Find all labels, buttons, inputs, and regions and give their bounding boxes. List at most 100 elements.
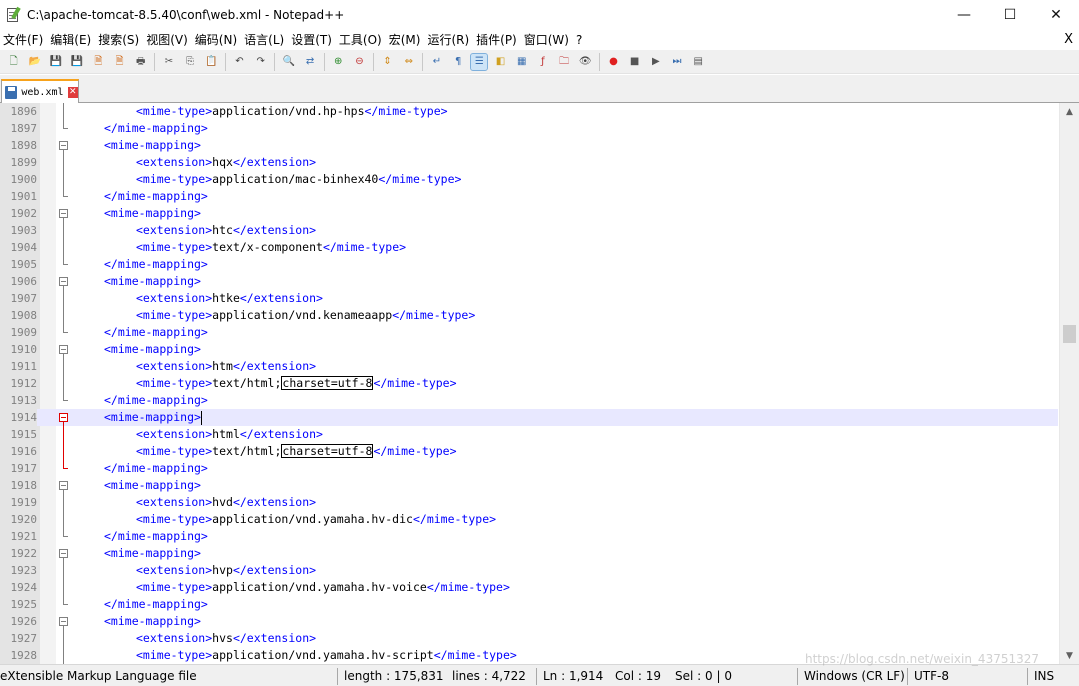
save-icon[interactable]: 💾 — [48, 54, 64, 70]
code-line[interactable]: 1927 <extension>hvs</extension> — [0, 630, 1058, 647]
menu-item[interactable]: 窗口(W) — [521, 30, 573, 50]
code-line[interactable]: 1905 </mime-mapping> — [0, 256, 1058, 273]
zoom-in-icon[interactable]: ⊕ — [330, 54, 346, 70]
code-line[interactable]: 1914 <mime-mapping> — [0, 409, 1058, 426]
sync-horizontal-icon[interactable]: ⇔ — [401, 54, 417, 70]
menu-item[interactable]: 编码(N) — [192, 30, 241, 50]
scroll-down-icon[interactable]: ▼ — [1060, 647, 1079, 664]
menu-item[interactable]: 视图(V) — [143, 30, 192, 50]
code-line[interactable]: 1896 <mime-type>application/vnd.hp-hps</m… — [0, 103, 1058, 120]
code-line[interactable]: 1900 <mime-type>application/mac-binhex40<… — [0, 171, 1058, 188]
fold-toggle-icon[interactable] — [59, 345, 68, 354]
replace-icon[interactable]: ⇄ — [302, 54, 318, 70]
fold-toggle-icon[interactable] — [59, 549, 68, 558]
maximize-button[interactable]: ☐ — [987, 0, 1033, 30]
menu-item[interactable]: ? — [573, 30, 586, 50]
code-line[interactable]: 1912 <mime-type>text/html;charset=utf-8</… — [0, 375, 1058, 392]
menu-item[interactable]: 编辑(E) — [47, 30, 95, 50]
find-icon[interactable]: 🔍 — [281, 54, 297, 70]
fold-toggle-icon[interactable] — [59, 617, 68, 626]
scroll-up-icon[interactable]: ▲ — [1060, 103, 1079, 120]
indent-guide-icon[interactable]: ☰ — [470, 52, 489, 71]
menu-item[interactable]: 文件(F) — [0, 30, 47, 50]
menu-item[interactable]: 宏(M) — [386, 30, 425, 50]
folder-workspace-icon[interactable]: 🗀 — [556, 54, 572, 70]
code-line[interactable]: 1913 </mime-mapping> — [0, 392, 1058, 409]
code-line[interactable]: 1901 </mime-mapping> — [0, 188, 1058, 205]
code-line[interactable]: 1915 <extension>html</extension> — [0, 426, 1058, 443]
save-macro-icon[interactable]: ▤ — [690, 54, 706, 70]
close-all-icon[interactable]: 🗎 — [112, 54, 128, 70]
udl-icon[interactable]: ◧ — [493, 54, 509, 70]
editor[interactable]: 1896 <mime-type>application/vnd.hp-hps</m… — [0, 103, 1079, 664]
code-line[interactable]: 1902 <mime-mapping> — [0, 205, 1058, 222]
code-line[interactable]: 1917 </mime-mapping> — [0, 460, 1058, 477]
menu-item[interactable]: 搜索(S) — [95, 30, 143, 50]
fold-toggle-icon[interactable] — [59, 277, 68, 286]
code-line[interactable]: 1926 <mime-mapping> — [0, 613, 1058, 630]
code-line[interactable]: 1904 <mime-type>text/x-component</mime-ty… — [0, 239, 1058, 256]
menu-item[interactable]: 插件(P) — [473, 30, 521, 50]
open-file-icon[interactable]: 📂 — [27, 54, 43, 70]
word-wrap-icon[interactable]: ↵ — [429, 54, 445, 70]
code-line[interactable]: 1921 </mime-mapping> — [0, 528, 1058, 545]
menu-item[interactable]: 设置(T) — [288, 30, 336, 50]
code-line[interactable]: 1908 <mime-type>application/vnd.kenameaap… — [0, 307, 1058, 324]
menu-item[interactable]: 工具(O) — [336, 30, 386, 50]
doc-map-icon[interactable]: ▦ — [514, 54, 530, 70]
show-all-chars-icon[interactable]: ¶ — [450, 54, 466, 70]
code-line[interactable]: 1916 <mime-type>text/html;charset=utf-8</… — [0, 443, 1058, 460]
fold-toggle-icon[interactable] — [59, 413, 68, 422]
code-line[interactable]: 1907 <extension>htke</extension> — [0, 290, 1058, 307]
stop-macro-icon[interactable]: ■ — [627, 54, 643, 70]
monitoring-icon[interactable]: 👁 — [577, 54, 593, 70]
close-file-icon[interactable]: 🗎 — [90, 54, 106, 70]
cut-icon[interactable]: ✂ — [161, 54, 177, 70]
run-macro-multiple-icon[interactable]: ⏭ — [669, 54, 685, 70]
code-line[interactable]: 1909 </mime-mapping> — [0, 324, 1058, 341]
fold-toggle-icon[interactable] — [59, 141, 68, 150]
tab-web-xml[interactable]: web.xml ✕ — [1, 79, 79, 104]
code-line[interactable]: 1924 <mime-type>application/vnd.yamaha.hv… — [0, 579, 1058, 596]
code-line[interactable]: 1911 <extension>htm</extension> — [0, 358, 1058, 375]
function-list-icon[interactable]: ƒ — [535, 54, 551, 70]
paste-icon[interactable]: 📋 — [203, 54, 219, 70]
close-document-button[interactable]: X — [1064, 30, 1073, 50]
redo-icon[interactable]: ↷ — [253, 54, 269, 70]
copy-icon[interactable]: ⎘ — [182, 54, 198, 70]
menu-item[interactable]: 运行(R) — [424, 30, 473, 50]
code-line[interactable]: 1918 <mime-mapping> — [0, 477, 1058, 494]
save-all-icon[interactable]: 💾 — [69, 54, 85, 70]
status-encoding[interactable]: UTF-8 — [910, 665, 949, 686]
status-eol[interactable]: Windows (CR LF) — [800, 665, 905, 686]
status-insert-mode[interactable]: INS — [1030, 665, 1054, 686]
code-line[interactable]: 1925 </mime-mapping> — [0, 596, 1058, 613]
new-file-icon[interactable]: 🗋 — [6, 54, 22, 70]
menu-item[interactable]: 语言(L) — [241, 30, 288, 50]
fold-toggle-icon[interactable] — [59, 209, 68, 218]
line-number: 1919 — [10, 496, 38, 509]
code-line[interactable]: 1899 <extension>hqx</extension> — [0, 154, 1058, 171]
code-line[interactable]: 1898 <mime-mapping> — [0, 137, 1058, 154]
zoom-out-icon[interactable]: ⊖ — [351, 54, 367, 70]
sync-vertical-icon[interactable]: ⇕ — [380, 54, 396, 70]
code-line[interactable]: 1922 <mime-mapping> — [0, 545, 1058, 562]
record-macro-icon[interactable]: ● — [605, 54, 621, 70]
minimize-button[interactable]: — — [941, 0, 987, 30]
play-macro-icon[interactable]: ▶ — [648, 54, 664, 70]
tab-close-icon[interactable]: ✕ — [67, 87, 78, 98]
fold-line — [63, 626, 64, 664]
close-window-button[interactable]: ✕ — [1033, 0, 1079, 30]
code-line[interactable]: 1919 <extension>hvd</extension> — [0, 494, 1058, 511]
code-line[interactable]: 1910 <mime-mapping> — [0, 341, 1058, 358]
scroll-thumb[interactable] — [1063, 325, 1076, 343]
code-line[interactable]: 1906 <mime-mapping> — [0, 273, 1058, 290]
code-line[interactable]: 1903 <extension>htc</extension> — [0, 222, 1058, 239]
fold-toggle-icon[interactable] — [59, 481, 68, 490]
code-line[interactable]: 1920 <mime-type>application/vnd.yamaha.hv… — [0, 511, 1058, 528]
code-line[interactable]: 1897 </mime-mapping> — [0, 120, 1058, 137]
code-line[interactable]: 1923 <extension>hvp</extension> — [0, 562, 1058, 579]
undo-icon[interactable]: ↶ — [231, 54, 247, 70]
vertical-scrollbar[interactable]: ▲ ▼ — [1059, 103, 1079, 664]
print-icon[interactable]: 🖶 — [133, 54, 149, 70]
